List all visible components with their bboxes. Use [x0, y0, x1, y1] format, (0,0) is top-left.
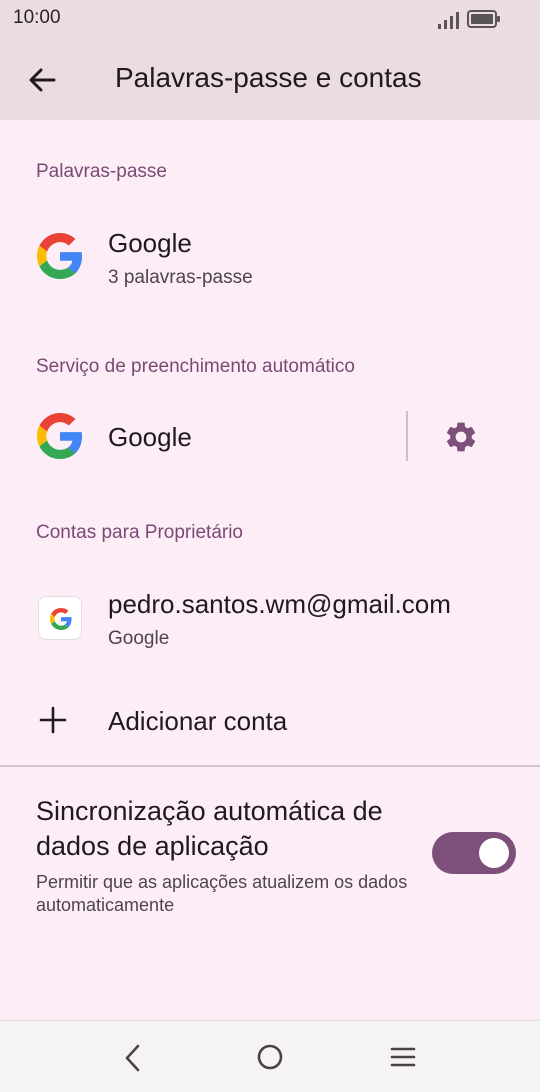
home-icon[interactable] — [256, 1043, 284, 1071]
vertical-divider — [406, 411, 408, 461]
menu-icon[interactable] — [389, 1044, 417, 1070]
google-logo-icon — [37, 413, 83, 459]
auto-sync-title: Sincronização automática de dados de apl… — [36, 796, 383, 861]
section-header-autofill: Serviço de preenchimento automático — [36, 356, 355, 377]
account-avatar — [38, 596, 82, 640]
account-email: pedro.santos.wm@gmail.com — [108, 589, 451, 619]
status-time: 10:00 — [13, 7, 61, 28]
google-logo-icon — [50, 608, 72, 630]
google-logo-icon — [37, 233, 83, 279]
section-divider — [0, 765, 540, 767]
battery-icon — [467, 10, 500, 28]
auto-sync-toggle[interactable] — [432, 832, 516, 874]
toggle-knob — [479, 838, 509, 868]
signal-icon — [438, 12, 459, 29]
section-header-passwords: Palavras-passe — [36, 161, 167, 182]
autofill-google-title: Google — [108, 422, 192, 452]
auto-sync-description: Permitir que as aplicações atualizem os … — [36, 872, 408, 915]
plus-icon — [39, 706, 67, 734]
status-bar: 10:00 — [0, 0, 540, 38]
page-title: Palavras-passe e contas — [115, 62, 422, 93]
account-provider: Google — [108, 628, 170, 649]
gear-icon[interactable] — [443, 419, 479, 455]
back-arrow-icon[interactable] — [24, 62, 60, 98]
app-bar: Palavras-passe e contas — [0, 38, 540, 120]
back-icon[interactable] — [120, 1043, 146, 1073]
passwords-google-title: Google — [108, 228, 192, 258]
add-account-label: Adicionar conta — [108, 706, 288, 736]
navigation-bar — [0, 1020, 540, 1092]
passwords-count: 3 palavras-passe — [108, 267, 253, 288]
section-header-accounts: Contas para Proprietário — [36, 522, 243, 543]
